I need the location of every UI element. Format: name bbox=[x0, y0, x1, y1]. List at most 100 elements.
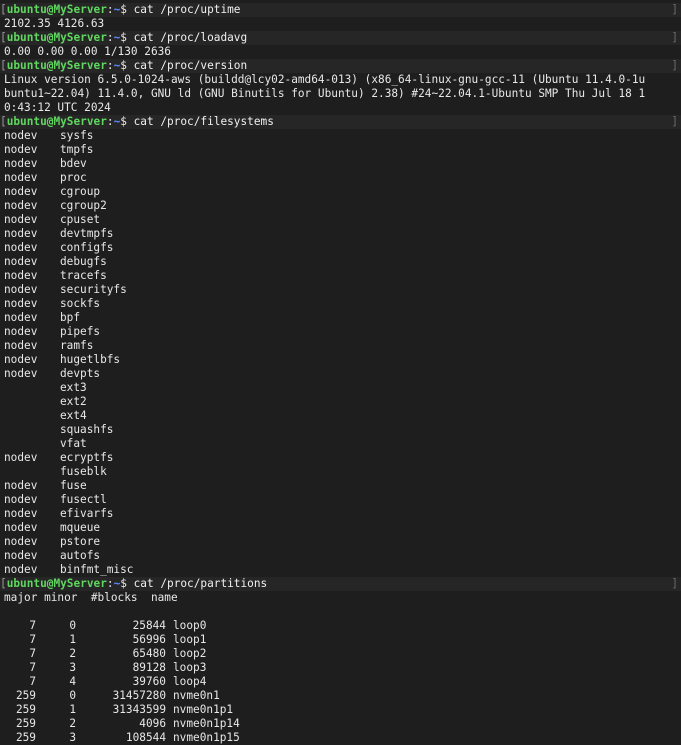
filesystem-row: ext3 bbox=[4, 381, 681, 395]
filesystem-name: securityfs bbox=[60, 283, 127, 296]
partition-minor: 1 bbox=[69, 703, 76, 716]
filesystem-flag: nodev bbox=[4, 297, 38, 310]
prompt-host: MyServer bbox=[53, 59, 107, 72]
filesystem-row: nodev tracefs bbox=[4, 269, 681, 283]
filesystem-row: nodev fuse bbox=[4, 479, 681, 493]
prompt-line: [ubuntu@MyServer:~$ cat /proc/partitions… bbox=[0, 577, 681, 591]
prompt-host: MyServer bbox=[53, 115, 107, 128]
prompt-user: ubuntu bbox=[6, 59, 47, 72]
filesystem-name: fuse bbox=[60, 479, 87, 492]
partition-minor: 4 bbox=[69, 675, 76, 688]
filesystem-name: bdev bbox=[60, 157, 87, 170]
filesystem-name: ext3 bbox=[60, 381, 87, 394]
prompt-bracket-left: [ bbox=[0, 59, 7, 72]
prompt-host: MyServer bbox=[53, 577, 107, 590]
filesystem-name: bpf bbox=[60, 311, 81, 324]
command-text: cat /proc/loadavg bbox=[133, 31, 248, 44]
filesystem-name: debugfs bbox=[60, 255, 107, 268]
prompt-separator: : bbox=[106, 115, 114, 128]
partition-row: 7 0 25844 loop0 bbox=[4, 619, 681, 633]
prompt-user: ubuntu bbox=[6, 115, 47, 128]
filesystem-flag: nodev bbox=[4, 549, 38, 562]
partition-row: 259 3 108544 nvme0n1p15 bbox=[4, 731, 681, 745]
filesystem-row: fuseblk bbox=[4, 465, 681, 479]
prompt-user: ubuntu bbox=[6, 577, 47, 590]
filesystem-name: sockfs bbox=[60, 297, 101, 310]
prompt-user: ubuntu bbox=[6, 31, 47, 44]
filesystem-flag: nodev bbox=[4, 563, 38, 576]
prompt-separator: : bbox=[106, 577, 114, 590]
partition-minor: 2 bbox=[69, 647, 76, 660]
partition-blocks: 31343599 bbox=[112, 703, 166, 716]
terminal-window[interactable]: [ubuntu@MyServer:~$ cat /proc/uptime] 210… bbox=[0, 0, 681, 745]
filesystem-name: ramfs bbox=[60, 339, 94, 352]
prompt-line: [ubuntu@MyServer:~$ cat /proc/version] bbox=[0, 59, 681, 73]
prompt-separator: : bbox=[106, 59, 114, 72]
partition-name: loop3 bbox=[173, 661, 207, 674]
filesystem-row: ext2 bbox=[4, 395, 681, 409]
filesystem-flag: nodev bbox=[4, 129, 38, 142]
filesystem-row: nodev devpts bbox=[4, 367, 681, 381]
prompt-host: MyServer bbox=[53, 3, 107, 16]
prompt-bracket-left: [ bbox=[0, 31, 7, 44]
prompt-separator: : bbox=[106, 31, 114, 44]
prompt-line: [ubuntu@MyServer:~$ cat /proc/uptime] bbox=[0, 3, 681, 17]
partition-major: 259 bbox=[15, 689, 36, 702]
partition-major: 7 bbox=[29, 647, 36, 660]
prompt-bracket-right: ] bbox=[671, 115, 678, 128]
partition-major: 259 bbox=[15, 703, 36, 716]
partition-name: loop1 bbox=[173, 633, 207, 646]
filesystem-flag: nodev bbox=[4, 241, 38, 254]
output-line: 0:43:12 UTC 2024 bbox=[4, 101, 111, 114]
command-text: cat /proc/version bbox=[133, 59, 248, 72]
filesystem-flag: nodev bbox=[4, 255, 38, 268]
filesystem-row: nodev cgroup2 bbox=[4, 199, 681, 213]
partition-minor: 0 bbox=[69, 619, 76, 632]
prompt-dollar: $ bbox=[120, 115, 134, 128]
partition-name: nvme0n1p15 bbox=[173, 731, 240, 744]
partition-name: nvme0n1p14 bbox=[173, 717, 240, 730]
partition-name: nvme0n1 bbox=[173, 689, 220, 702]
partition-name: loop4 bbox=[173, 675, 207, 688]
filesystem-row: nodev sockfs bbox=[4, 297, 681, 311]
partition-row: 7 1 56996 loop1 bbox=[4, 633, 681, 647]
filesystem-name: pstore bbox=[60, 535, 101, 548]
prompt-host: MyServer bbox=[53, 31, 107, 44]
prompt-user: ubuntu bbox=[6, 3, 47, 16]
filesystem-flag: nodev bbox=[4, 521, 38, 534]
filesystem-name: ecryptfs bbox=[60, 451, 114, 464]
filesystem-name: ext2 bbox=[60, 395, 87, 408]
prompt-dollar: $ bbox=[120, 577, 134, 590]
filesystem-row: nodev bdev bbox=[4, 157, 681, 171]
filesystem-name: squashfs bbox=[60, 423, 114, 436]
prompt-line: [ubuntu@MyServer:~$ cat /proc/loadavg] bbox=[0, 31, 681, 45]
filesystem-row: nodev tmpfs bbox=[4, 143, 681, 157]
prompt-dollar: $ bbox=[120, 31, 134, 44]
partition-major: 259 bbox=[15, 731, 36, 744]
filesystem-row: nodev sysfs bbox=[4, 129, 681, 143]
filesystem-row: nodev binfmt_misc bbox=[4, 563, 681, 577]
partition-row: 7 2 65480 loop2 bbox=[4, 647, 681, 661]
filesystem-name: fuseblk bbox=[60, 465, 107, 478]
partition-major: 7 bbox=[29, 633, 36, 646]
partition-major: 259 bbox=[15, 717, 36, 730]
filesystem-name: proc bbox=[60, 171, 87, 184]
command-text: cat /proc/uptime bbox=[133, 3, 241, 16]
prompt-bracket-left: [ bbox=[0, 115, 7, 128]
command-text: cat /proc/filesystems bbox=[133, 115, 274, 128]
filesystem-flag: nodev bbox=[4, 199, 38, 212]
prompt-separator: : bbox=[106, 3, 114, 16]
partition-row: 7 3 89128 loop3 bbox=[4, 661, 681, 675]
filesystem-row: nodev mqueue bbox=[4, 521, 681, 535]
filesystem-flag: nodev bbox=[4, 451, 38, 464]
filesystem-name: ext4 bbox=[60, 409, 87, 422]
partition-name: loop2 bbox=[173, 647, 207, 660]
prompt-bracket-right: ] bbox=[671, 31, 678, 44]
filesystem-name: mqueue bbox=[60, 521, 101, 534]
filesystem-row: nodev securityfs bbox=[4, 283, 681, 297]
partition-minor: 0 bbox=[69, 689, 76, 702]
prompt-line: [ubuntu@MyServer:~$ cat /proc/filesystem… bbox=[0, 115, 681, 129]
filesystem-row: nodev ecryptfs bbox=[4, 451, 681, 465]
prompt-bracket-right: ] bbox=[671, 59, 678, 72]
partition-major: 7 bbox=[29, 619, 36, 632]
